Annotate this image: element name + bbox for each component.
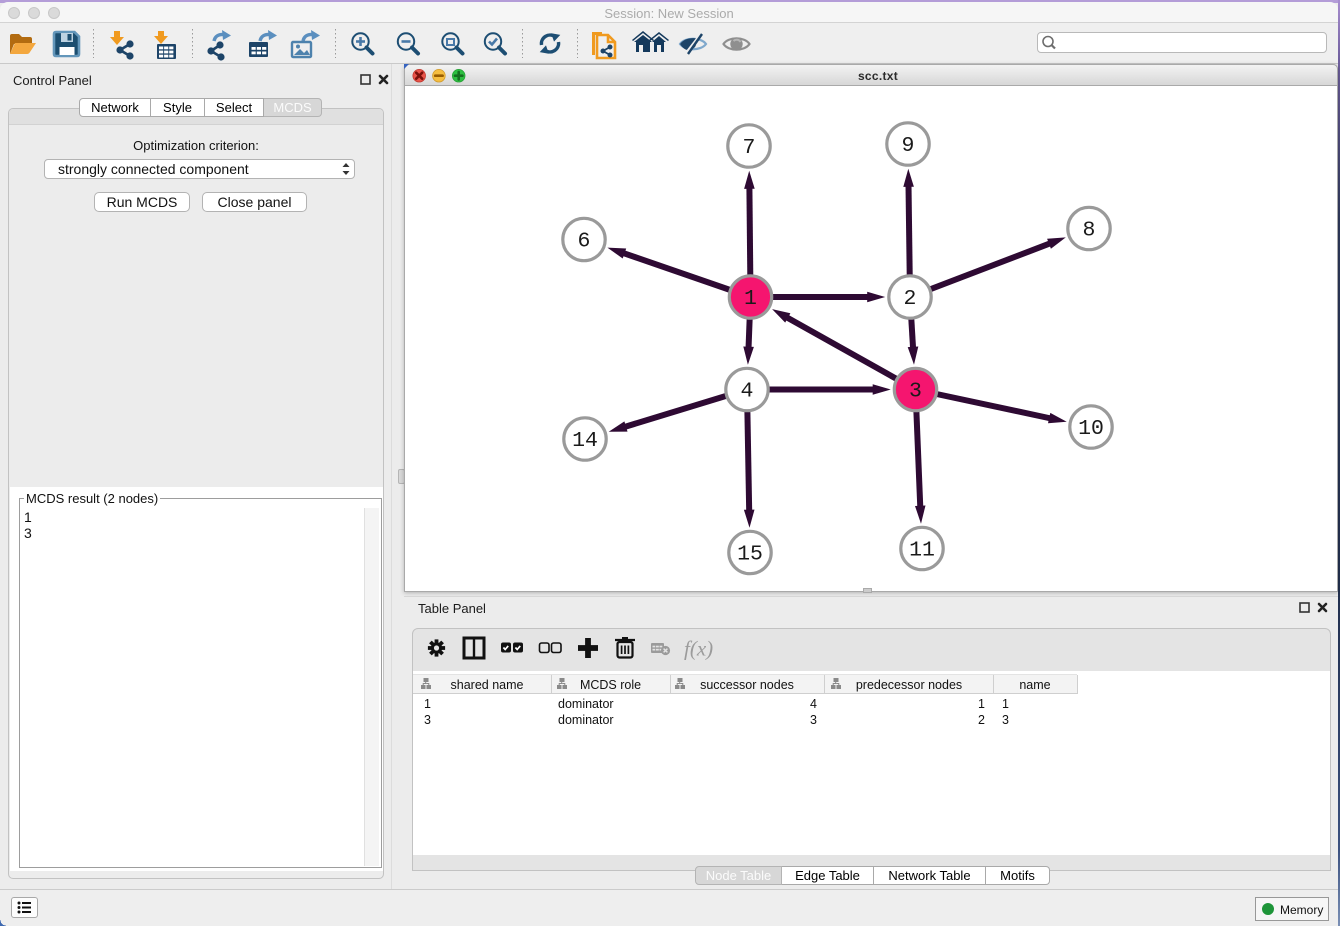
svg-text:11: 11	[909, 539, 935, 563]
svg-text:1: 1	[744, 287, 757, 311]
svg-text:3: 3	[909, 380, 922, 404]
svg-text:10: 10	[1078, 417, 1104, 441]
svg-text:f(x): f(x)	[684, 637, 713, 661]
svg-text:8: 8	[1083, 219, 1096, 243]
svg-text:6: 6	[578, 230, 591, 254]
svg-text:14: 14	[572, 429, 598, 453]
svg-text:2: 2	[904, 287, 917, 311]
svg-text:9: 9	[902, 134, 915, 158]
svg-text:4: 4	[741, 380, 754, 404]
svg-text:7: 7	[743, 136, 756, 160]
svg-text:15: 15	[737, 543, 763, 567]
